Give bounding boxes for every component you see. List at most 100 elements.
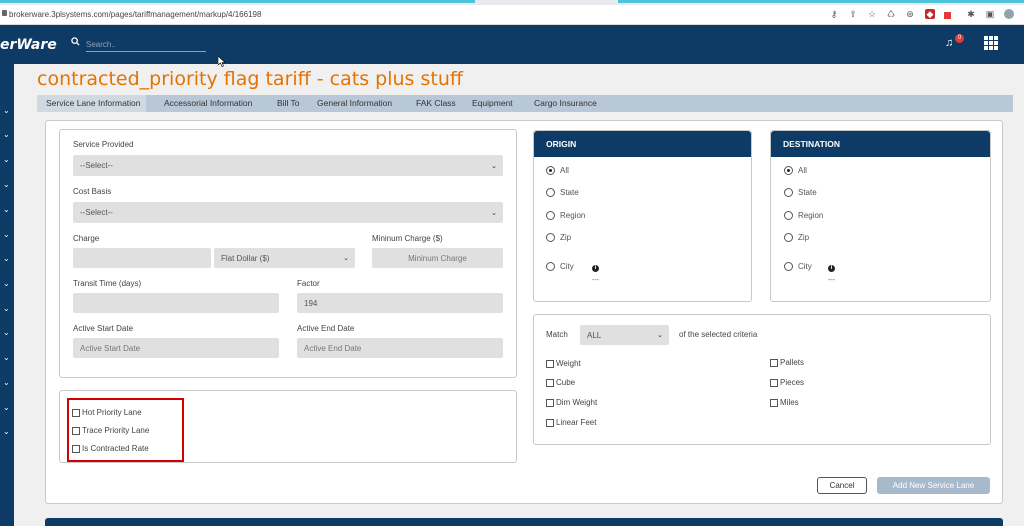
share-icon[interactable]: ⇪: [848, 9, 858, 19]
chevron-down-icon[interactable]: ⌄: [3, 130, 10, 139]
radio-button[interactable]: [546, 211, 555, 220]
radio-button[interactable]: [546, 262, 555, 271]
charge-input[interactable]: [73, 248, 211, 268]
radio-button[interactable]: [784, 262, 793, 271]
cancel-button[interactable]: Cancel: [817, 477, 867, 494]
destination-state-label: State: [798, 188, 817, 197]
info-icon[interactable]: i: [828, 265, 835, 272]
checkbox[interactable]: [546, 359, 554, 368]
checkbox[interactable]: [770, 398, 778, 407]
extension-icon[interactable]: ⊛: [905, 9, 915, 19]
tab-fak-class[interactable]: FAK Class: [416, 98, 456, 108]
chevron-down-icon[interactable]: ⌄: [3, 180, 10, 189]
checkbox[interactable]: [546, 398, 554, 407]
chevron-down-icon[interactable]: ⌄: [3, 403, 10, 412]
charge-type-select[interactable]: Flat Dollar ($) ⌄: [214, 248, 355, 268]
min-charge-input[interactable]: Mininum Charge: [372, 248, 503, 268]
key-icon[interactable]: ⚷: [829, 9, 839, 19]
puzzle-icon[interactable]: ✱: [966, 9, 976, 19]
tab-cargo-insurance[interactable]: Cargo Insurance: [534, 98, 597, 108]
add-service-lane-button[interactable]: Add New Service Lane: [877, 477, 990, 494]
origin-zip-radio[interactable]: Zip: [546, 233, 571, 242]
profile-avatar[interactable]: [1004, 9, 1014, 19]
active-end-input[interactable]: Active End Date: [297, 338, 503, 358]
pallets-checkbox[interactable]: Pallets: [770, 358, 804, 367]
checkbox[interactable]: [770, 378, 778, 387]
dim-weight-checkbox[interactable]: Dim Weight: [546, 398, 597, 407]
service-provided-select[interactable]: --Select-- ⌄: [73, 155, 503, 176]
info-icon[interactable]: i: [592, 265, 599, 272]
match-select[interactable]: ALL ⌄: [580, 325, 669, 345]
origin-zip-label: Zip: [560, 233, 572, 242]
chevron-down-icon[interactable]: ⌄: [3, 328, 10, 337]
checkbox[interactable]: [770, 358, 778, 367]
highlight-annotation: [67, 398, 184, 462]
chevron-down-icon: ⌄: [491, 162, 497, 170]
origin-region-radio[interactable]: Region: [546, 211, 585, 220]
tab-bar: Service Lane Information Accessorial Inf…: [37, 95, 1013, 112]
destination-state-radio[interactable]: State: [784, 188, 817, 197]
origin-region-label: Region: [560, 211, 586, 220]
chevron-down-icon[interactable]: ⌄: [3, 304, 10, 313]
destination-all-radio[interactable]: All: [784, 166, 807, 175]
brand-logo[interactable]: erWare: [0, 37, 57, 53]
chevron-down-icon[interactable]: ⌄: [3, 230, 10, 239]
url-text[interactable]: brokerware.3plsystems.com/pages/tariffma…: [9, 10, 261, 19]
active-start-input[interactable]: Active Start Date: [73, 338, 279, 358]
search-icon: [71, 37, 80, 46]
pieces-checkbox[interactable]: Pieces: [770, 378, 804, 387]
search-input[interactable]: [86, 38, 206, 52]
star-icon[interactable]: ☆: [867, 9, 877, 19]
destination-zip-radio[interactable]: Zip: [784, 233, 809, 242]
chevron-down-icon[interactable]: ⌄: [3, 106, 10, 115]
origin-state-radio[interactable]: State: [546, 188, 579, 197]
checkbox[interactable]: [546, 418, 554, 427]
origin-all-radio[interactable]: All: [546, 166, 569, 175]
tab-general-information[interactable]: General Information: [317, 98, 392, 108]
chevron-down-icon[interactable]: ⌄: [3, 353, 10, 362]
tab-bill-to[interactable]: Bill To: [277, 98, 300, 108]
factor-input[interactable]: 194: [297, 293, 503, 313]
chevron-down-icon[interactable]: ⌄: [3, 427, 10, 436]
extension-icon[interactable]: [944, 12, 951, 19]
extension-icon[interactable]: ♺: [886, 9, 896, 19]
chevron-down-icon[interactable]: ⌄: [3, 205, 10, 214]
chevron-down-icon[interactable]: ⌄: [3, 378, 10, 387]
chevron-down-icon[interactable]: ⌄: [3, 279, 10, 288]
chevron-down-icon[interactable]: ⌄: [3, 155, 10, 164]
cost-basis-select[interactable]: --Select-- ⌄: [73, 202, 503, 223]
checkbox[interactable]: [546, 378, 554, 387]
radio-button[interactable]: [784, 211, 793, 220]
extension-icon[interactable]: ◆: [925, 9, 935, 19]
radio-button[interactable]: [784, 166, 793, 175]
transit-time-input[interactable]: [73, 293, 279, 313]
destination-city-radio[interactable]: City: [784, 262, 812, 271]
destination-region-label: Region: [798, 211, 824, 220]
radio-button[interactable]: [784, 188, 793, 197]
service-provided-value: --Select--: [80, 161, 113, 170]
destination-zip-label: Zip: [798, 233, 810, 242]
tab-service-lane[interactable]: Service Lane Information: [37, 95, 146, 112]
origin-city-radio[interactable]: City: [546, 262, 574, 271]
weight-checkbox[interactable]: Weight: [546, 359, 581, 368]
chevron-down-icon: ⌄: [343, 255, 349, 262]
page-title: contracted_priority flag tariff - cats p…: [37, 68, 463, 90]
chevron-down-icon[interactable]: ⌄: [3, 254, 10, 263]
radio-button[interactable]: [546, 188, 555, 197]
tab-accessorial[interactable]: Accessorial Information: [164, 98, 252, 108]
radio-button[interactable]: [546, 233, 555, 242]
destination-region-radio[interactable]: Region: [784, 211, 823, 220]
origin-title: ORIGIN: [534, 131, 751, 157]
linear-feet-checkbox[interactable]: Linear Feet: [546, 418, 596, 427]
sidepanel-icon[interactable]: ▣: [985, 9, 995, 19]
miles-checkbox[interactable]: Miles: [770, 398, 799, 407]
origin-city-label: City: [560, 262, 574, 271]
radio-button[interactable]: [784, 233, 793, 242]
radio-button[interactable]: [546, 166, 555, 175]
apps-grid-icon[interactable]: [984, 36, 998, 50]
mouse-cursor-icon: [218, 56, 226, 67]
active-start-label: Active Start Date: [73, 324, 134, 333]
tab-equipment[interactable]: Equipment: [472, 98, 513, 108]
tab-indicator: [618, 0, 1024, 3]
cube-checkbox[interactable]: Cube: [546, 378, 575, 387]
